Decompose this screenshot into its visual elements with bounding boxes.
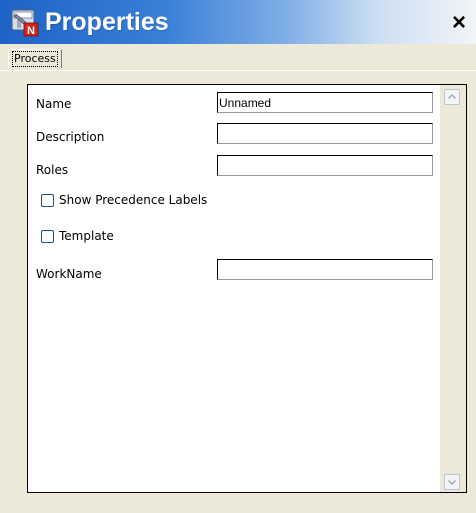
tab-process[interactable]: Process [8,49,62,68]
window-title: Properties [45,8,169,36]
scroll-down-button[interactable] [444,474,460,490]
scroll-up-button[interactable] [444,89,460,105]
description-label: Description [36,130,105,144]
show-precedence-labels-label: Show Precedence Labels [59,193,208,207]
workname-field[interactable] [217,259,433,280]
properties-window: N Properties × Process Name Description … [0,0,476,513]
template-label: Template [59,229,114,243]
description-field[interactable] [217,123,433,144]
close-button[interactable]: × [446,9,472,37]
title-bar[interactable]: N Properties × [0,0,476,44]
name-field[interactable] [217,92,433,113]
roles-label: Roles [36,163,69,177]
tab-strip: Process [0,44,476,71]
svg-text:N: N [27,25,35,37]
show-precedence-labels-box[interactable] [41,193,54,207]
show-precedence-labels-checkbox[interactable]: Show Precedence Labels [41,193,207,207]
roles-field[interactable] [217,155,433,176]
scroll-down-arrow-icon [448,480,456,485]
name-label: Name [36,97,72,111]
template-box[interactable] [41,229,54,243]
scroll-up-arrow-icon [448,94,456,99]
template-checkbox[interactable]: Template [41,229,114,243]
properties-app-icon: N [10,8,40,38]
tab-process-label: Process [12,51,58,67]
vertical-scrollbar[interactable] [440,85,466,492]
properties-panel: Name Description Roles Show Precedence L… [27,84,467,493]
workname-label: WorkName [36,267,102,281]
